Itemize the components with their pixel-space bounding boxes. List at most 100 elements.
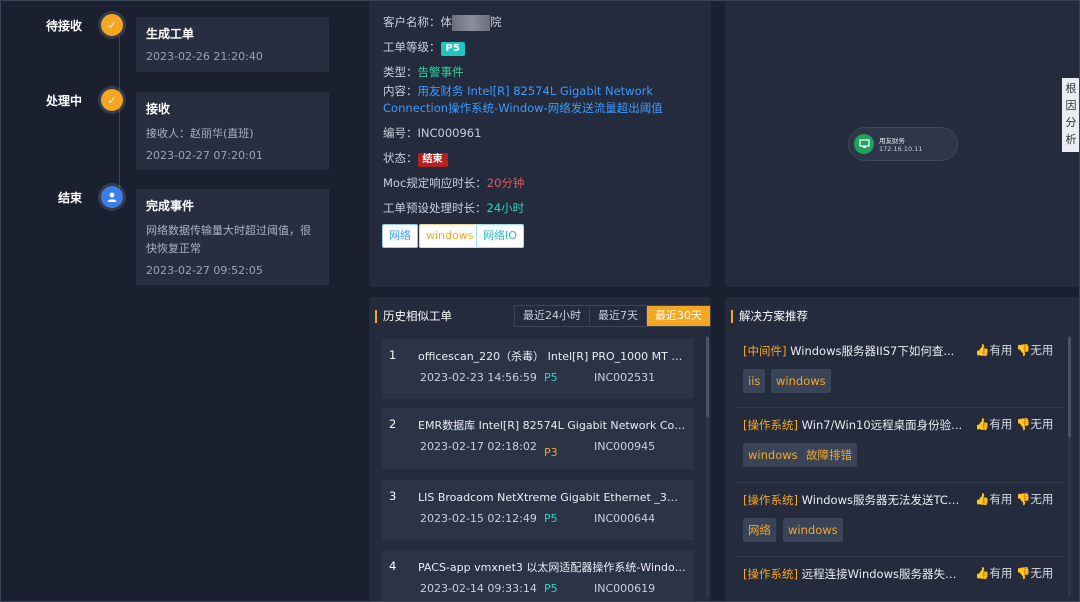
useless-button[interactable]: 👎无用 — [1016, 491, 1053, 507]
solution-tag[interactable]: 故障排错 — [801, 443, 857, 467]
history-title-text: EMR数据库 Intel[R] 82574L Gigabit Network C… — [418, 419, 686, 432]
monitor-icon — [854, 134, 874, 154]
timeline-card-title: 接收 — [146, 102, 171, 116]
number-row: 编号：INC000961 — [383, 125, 481, 141]
state-row: 状态： 结束 — [383, 150, 448, 167]
timeline-line — [119, 36, 120, 196]
solution-title[interactable]: [操作系统] Win7/Win10远程桌面身份验... — [743, 417, 963, 433]
timeline-card-date: 2023-02-27 09:52:05 — [146, 264, 263, 277]
solution-tag[interactable]: windows — [783, 518, 843, 542]
useful-button[interactable]: 👍有用 — [975, 342, 1012, 358]
thumbs-up-icon: 👍 — [975, 417, 990, 431]
history-level: P5 — [544, 512, 558, 525]
useless-button[interactable]: 👎无用 — [1016, 565, 1053, 581]
history-item[interactable]: 3 LIS Broadcom NetXtreme Gigabit Etherne… — [382, 480, 694, 540]
solution-item[interactable]: [操作系统] Windows服务器无法发送TCP... 👍有用 👎无用 网络 w… — [737, 484, 1063, 557]
plan-value: 24小时 — [486, 201, 525, 215]
plan-row: 工单预设处理时长：24小时 — [383, 200, 524, 216]
timeline-card-text: 接收人：赵丽华(直班) — [146, 127, 254, 140]
timeline-status: 处理中 — [45, 94, 82, 108]
history-item[interactable]: 2 EMR数据库 Intel[R] 82574L Gigabit Network… — [382, 408, 694, 469]
ticket-tag[interactable]: 网络IO — [476, 224, 524, 248]
plan-label: 工单预设处理时长： — [383, 201, 487, 215]
timeline-status: 待接收 — [45, 19, 82, 33]
history-inc: INC000945 — [594, 440, 656, 453]
history-level: P3 — [544, 446, 558, 459]
useful-button[interactable]: 👍有用 — [975, 416, 1012, 432]
ticket-tag[interactable]: windows — [419, 224, 481, 248]
moc-label: Moc规定响应时长： — [383, 176, 487, 190]
solution-title[interactable]: [操作系统] Windows服务器无法发送TCP... — [743, 492, 963, 508]
root-cause-tab[interactable]: 根因分析 — [1062, 78, 1080, 152]
history-title-text: officescan_220（杀毒） Intel[R] PRO_1000 MT … — [418, 350, 686, 363]
solution-title-text: Win7/Win10远程桌面身份验... — [797, 418, 963, 432]
ticket-tag[interactable]: 网络 — [382, 224, 418, 248]
check-icon: ✓ — [101, 14, 123, 36]
thumbs-up-icon: 👍 — [975, 566, 990, 580]
solution-category: [操作系统] — [743, 567, 798, 581]
history-scroll-thumb[interactable] — [706, 337, 709, 417]
useless-label: 无用 — [1030, 566, 1054, 580]
customer-value-start: 体 — [440, 15, 453, 29]
solution-tag[interactable]: windows — [743, 443, 803, 467]
ticket-info-panel: 客户名称：体 院 工单等级： P5 类型：告警事件 内容：用友财务 Intel[R]… — [369, 0, 711, 287]
node-name: 用友财务 — [879, 137, 905, 145]
solution-tag[interactable]: windows — [771, 369, 831, 393]
node-ip: 172.16.10.11 — [879, 145, 923, 153]
history-index: 2 — [389, 417, 397, 431]
history-title-text: LIS Broadcom NetXtreme Gigabit Ethernet … — [418, 491, 686, 504]
customer-value-end: 院 — [490, 15, 502, 29]
thumbs-down-icon: 👎 — [1016, 417, 1031, 431]
state-badge: 结束 — [417, 153, 448, 167]
moc-value: 20分钟 — [486, 176, 525, 190]
tab-24h[interactable]: 最近24小时 — [515, 306, 590, 326]
timeline-card-title: 完成事件 — [146, 199, 195, 213]
history-inc: INC000619 — [594, 582, 656, 595]
useless-label: 无用 — [1030, 417, 1054, 431]
solution-title[interactable]: [中间件] Windows服务器IIS7下如何查... — [743, 343, 963, 359]
useful-button[interactable]: 👍有用 — [975, 565, 1012, 581]
history-level: P5 — [544, 371, 558, 384]
thumbs-down-icon: 👎 — [1016, 343, 1031, 357]
type-row: 类型：告警事件 — [383, 64, 464, 80]
topology-node[interactable]: 用友财务 172.16.10.11 — [848, 127, 958, 161]
useless-button[interactable]: 👎无用 — [1016, 342, 1053, 358]
solution-category: [中间件] — [743, 344, 787, 358]
moc-row: Moc规定响应时长：20分钟 — [383, 175, 524, 191]
solution-title[interactable]: [操作系统] 远程连接Windows服务器失败... — [743, 566, 963, 582]
thumbs-down-icon: 👎 — [1016, 492, 1031, 506]
solution-tag[interactable]: iis — [743, 369, 766, 393]
timeline-card-title: 生成工单 — [146, 27, 195, 41]
history-date: 2023-02-17 02:18:02 — [420, 440, 537, 453]
tab-30d[interactable]: 最近30天 — [647, 306, 710, 326]
timeline-panel: 待接收 ✓ 生成工单 2023-02-26 21:20:40 处理中 ✓ 接收 … — [0, 0, 345, 602]
solution-tag[interactable]: 网络 — [743, 518, 776, 542]
customer-row: 客户名称：体 院 — [383, 14, 502, 31]
solution-category: [操作系统] — [743, 493, 798, 507]
history-date: 2023-02-15 02:12:49 — [420, 512, 537, 525]
timeline-card: 完成事件 网络数据传输量大时超过阈值，很快恢复正常 2023-02-27 09:… — [136, 189, 329, 285]
useful-button[interactable]: 👍有用 — [975, 491, 1012, 507]
thumbs-up-icon: 👍 — [975, 343, 990, 357]
history-item[interactable]: 4 PACS-app vmxnet3 以太网适配器操作系统-Window-网..… — [382, 550, 694, 602]
solution-item[interactable]: [中间件] Windows服务器IIS7下如何查... 👍有用 👎无用 iis … — [737, 335, 1063, 408]
useless-button[interactable]: 👎无用 — [1016, 416, 1053, 432]
solution-category: [操作系统] — [743, 418, 798, 432]
history-index: 3 — [389, 489, 397, 503]
history-tabs: 最近24小时 最近7天 最近30天 — [514, 305, 711, 327]
useful-label: 有用 — [989, 492, 1013, 506]
level-row: 工单等级： P5 — [383, 39, 465, 56]
solution-item[interactable]: [操作系统] Win7/Win10远程桌面身份验... 👍有用 👎无用 wind… — [737, 409, 1063, 483]
solution-item[interactable]: [操作系统] 远程连接Windows服务器失败... 👍有用 👎无用 — [737, 558, 1063, 602]
type-label: 类型： — [383, 65, 418, 79]
useless-label: 无用 — [1030, 343, 1054, 357]
history-date: 2023-02-23 14:56:59 — [420, 371, 537, 384]
content-link[interactable]: 用友财务 Intel[R] 82574L Gigabit Network Con… — [383, 84, 663, 115]
history-title: 历史相似工单 — [375, 310, 452, 323]
type-value: 告警事件 — [417, 65, 464, 79]
solutions-scroll-thumb[interactable] — [1068, 337, 1071, 437]
tab-7d[interactable]: 最近7天 — [590, 306, 647, 326]
number-label: 编号： — [383, 126, 418, 140]
history-index: 1 — [389, 348, 397, 362]
history-item[interactable]: 1 officescan_220（杀毒） Intel[R] PRO_1000 M… — [382, 339, 694, 399]
